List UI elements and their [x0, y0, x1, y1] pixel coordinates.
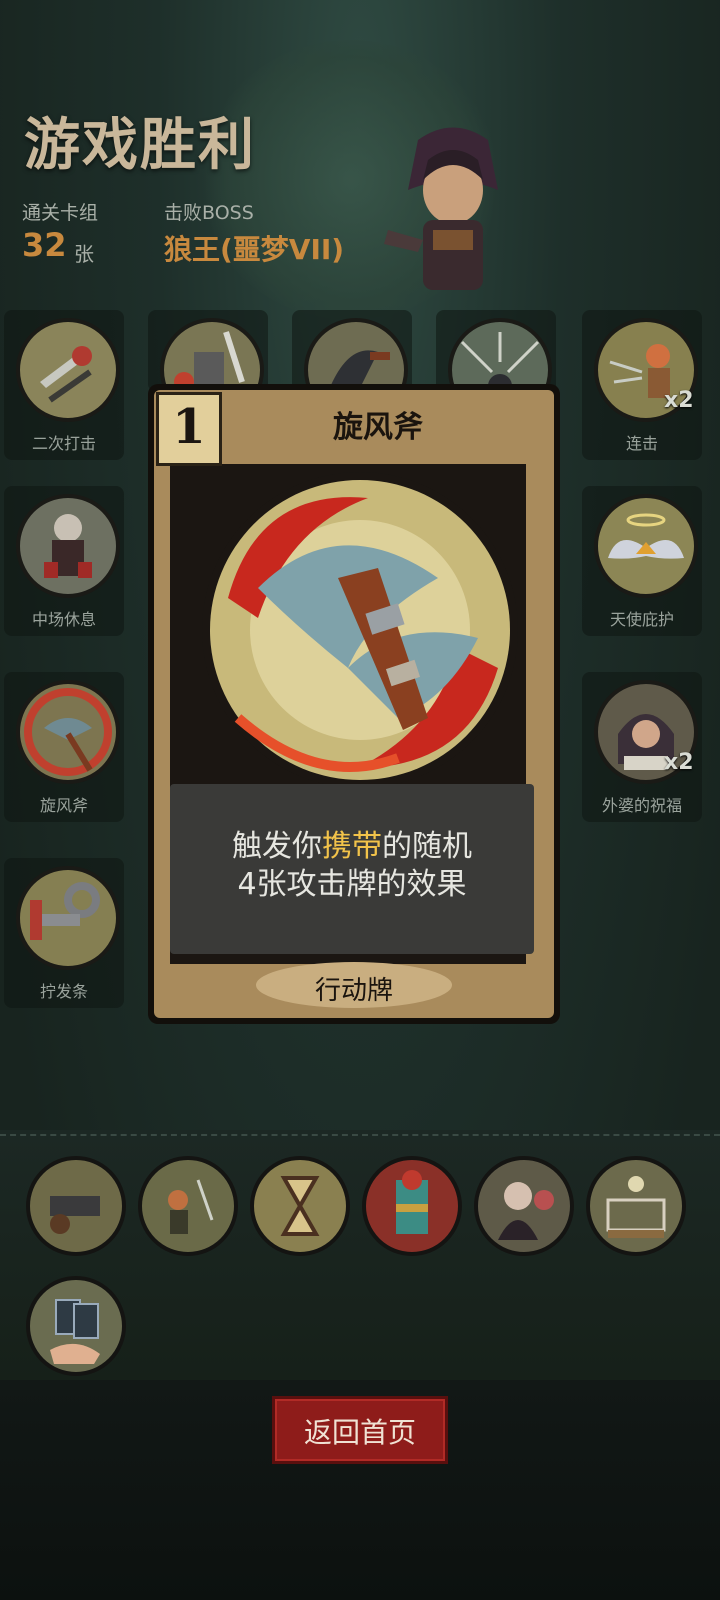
relic-slot[interactable]: 中场休息: [4, 486, 124, 636]
back-home-label: 返回首页: [303, 1416, 416, 1449]
cannon-icon[interactable]: [26, 1156, 126, 1256]
boss-label: 击败BOSS: [164, 202, 254, 224]
relic-label: 二次打击: [31, 434, 96, 453]
desc-highlight: 携带: [322, 829, 382, 864]
desc-text: 4张攻击牌的效果: [237, 867, 467, 902]
card-detail[interactable]: 1 旋风斧 触发你携带的随机 4张攻击牌的效果 行动牌: [148, 384, 560, 1024]
relic-slot[interactable]: [436, 310, 556, 422]
desc-text: 触发你: [232, 829, 322, 864]
relic-slot[interactable]: 旋风斧: [4, 672, 124, 822]
heroine-portrait: [384, 127, 498, 290]
relic-badge: x2: [664, 388, 694, 413]
relic-slot[interactable]: 天使庇护: [582, 486, 702, 636]
whirlwind-axe-art-icon: [202, 472, 518, 788]
card-cost-badge: 1: [156, 392, 222, 466]
relic-label: 拧发条: [39, 982, 88, 1001]
section-divider: [0, 1134, 720, 1136]
card-hand-icon[interactable]: [26, 1276, 126, 1376]
hourglass-icon[interactable]: [250, 1156, 350, 1256]
battle-scene-icon[interactable]: [138, 1156, 238, 1256]
desc-text: 的随机: [382, 829, 472, 864]
relic-slot[interactable]: 二次打击: [4, 310, 124, 460]
angel-wings-icon: [594, 494, 698, 598]
deck-label: 通关卡组: [22, 202, 99, 224]
page-title: 游戏胜利: [24, 113, 256, 178]
relic-slot[interactable]: [148, 310, 268, 422]
relic-slot[interactable]: 拧发条: [4, 858, 124, 1008]
back-home-button[interactable]: 返回首页: [272, 1396, 448, 1464]
boxing-ring-icon[interactable]: [586, 1156, 686, 1256]
resting-knight-icon: [16, 494, 120, 598]
card-cost: 1: [172, 399, 206, 455]
boss-name: 狼王(噩梦VII): [164, 233, 345, 266]
totem-icon[interactable]: [362, 1156, 462, 1256]
card-name: 旋风斧: [333, 410, 423, 445]
relic-label: 连击: [625, 434, 658, 453]
relic-slot[interactable]: x2 连击: [582, 310, 702, 460]
relic-badge: x2: [664, 750, 694, 775]
deck-unit: 张: [74, 242, 94, 266]
relic-slot[interactable]: [292, 310, 412, 422]
relic-label: 天使庇护: [609, 610, 674, 629]
whirlwind-axe-icon: [16, 680, 120, 784]
relic-slot[interactable]: x2 外婆的祝福: [582, 672, 702, 822]
relic-label: 中场休息: [31, 610, 96, 629]
card-type: 行动牌: [314, 976, 393, 1006]
relic-label: 外婆的祝福: [601, 796, 682, 815]
card-description: 触发你携带的随机 4张攻击牌的效果: [170, 828, 534, 904]
card-description-box: 触发你携带的随机 4张攻击牌的效果: [170, 784, 534, 954]
double-strike-icon: [16, 318, 120, 422]
wind-up-key-icon: [16, 866, 120, 970]
vampire-icon[interactable]: [474, 1156, 574, 1256]
deck-count: 32: [22, 226, 67, 264]
relic-label: 旋风斧: [39, 796, 88, 815]
